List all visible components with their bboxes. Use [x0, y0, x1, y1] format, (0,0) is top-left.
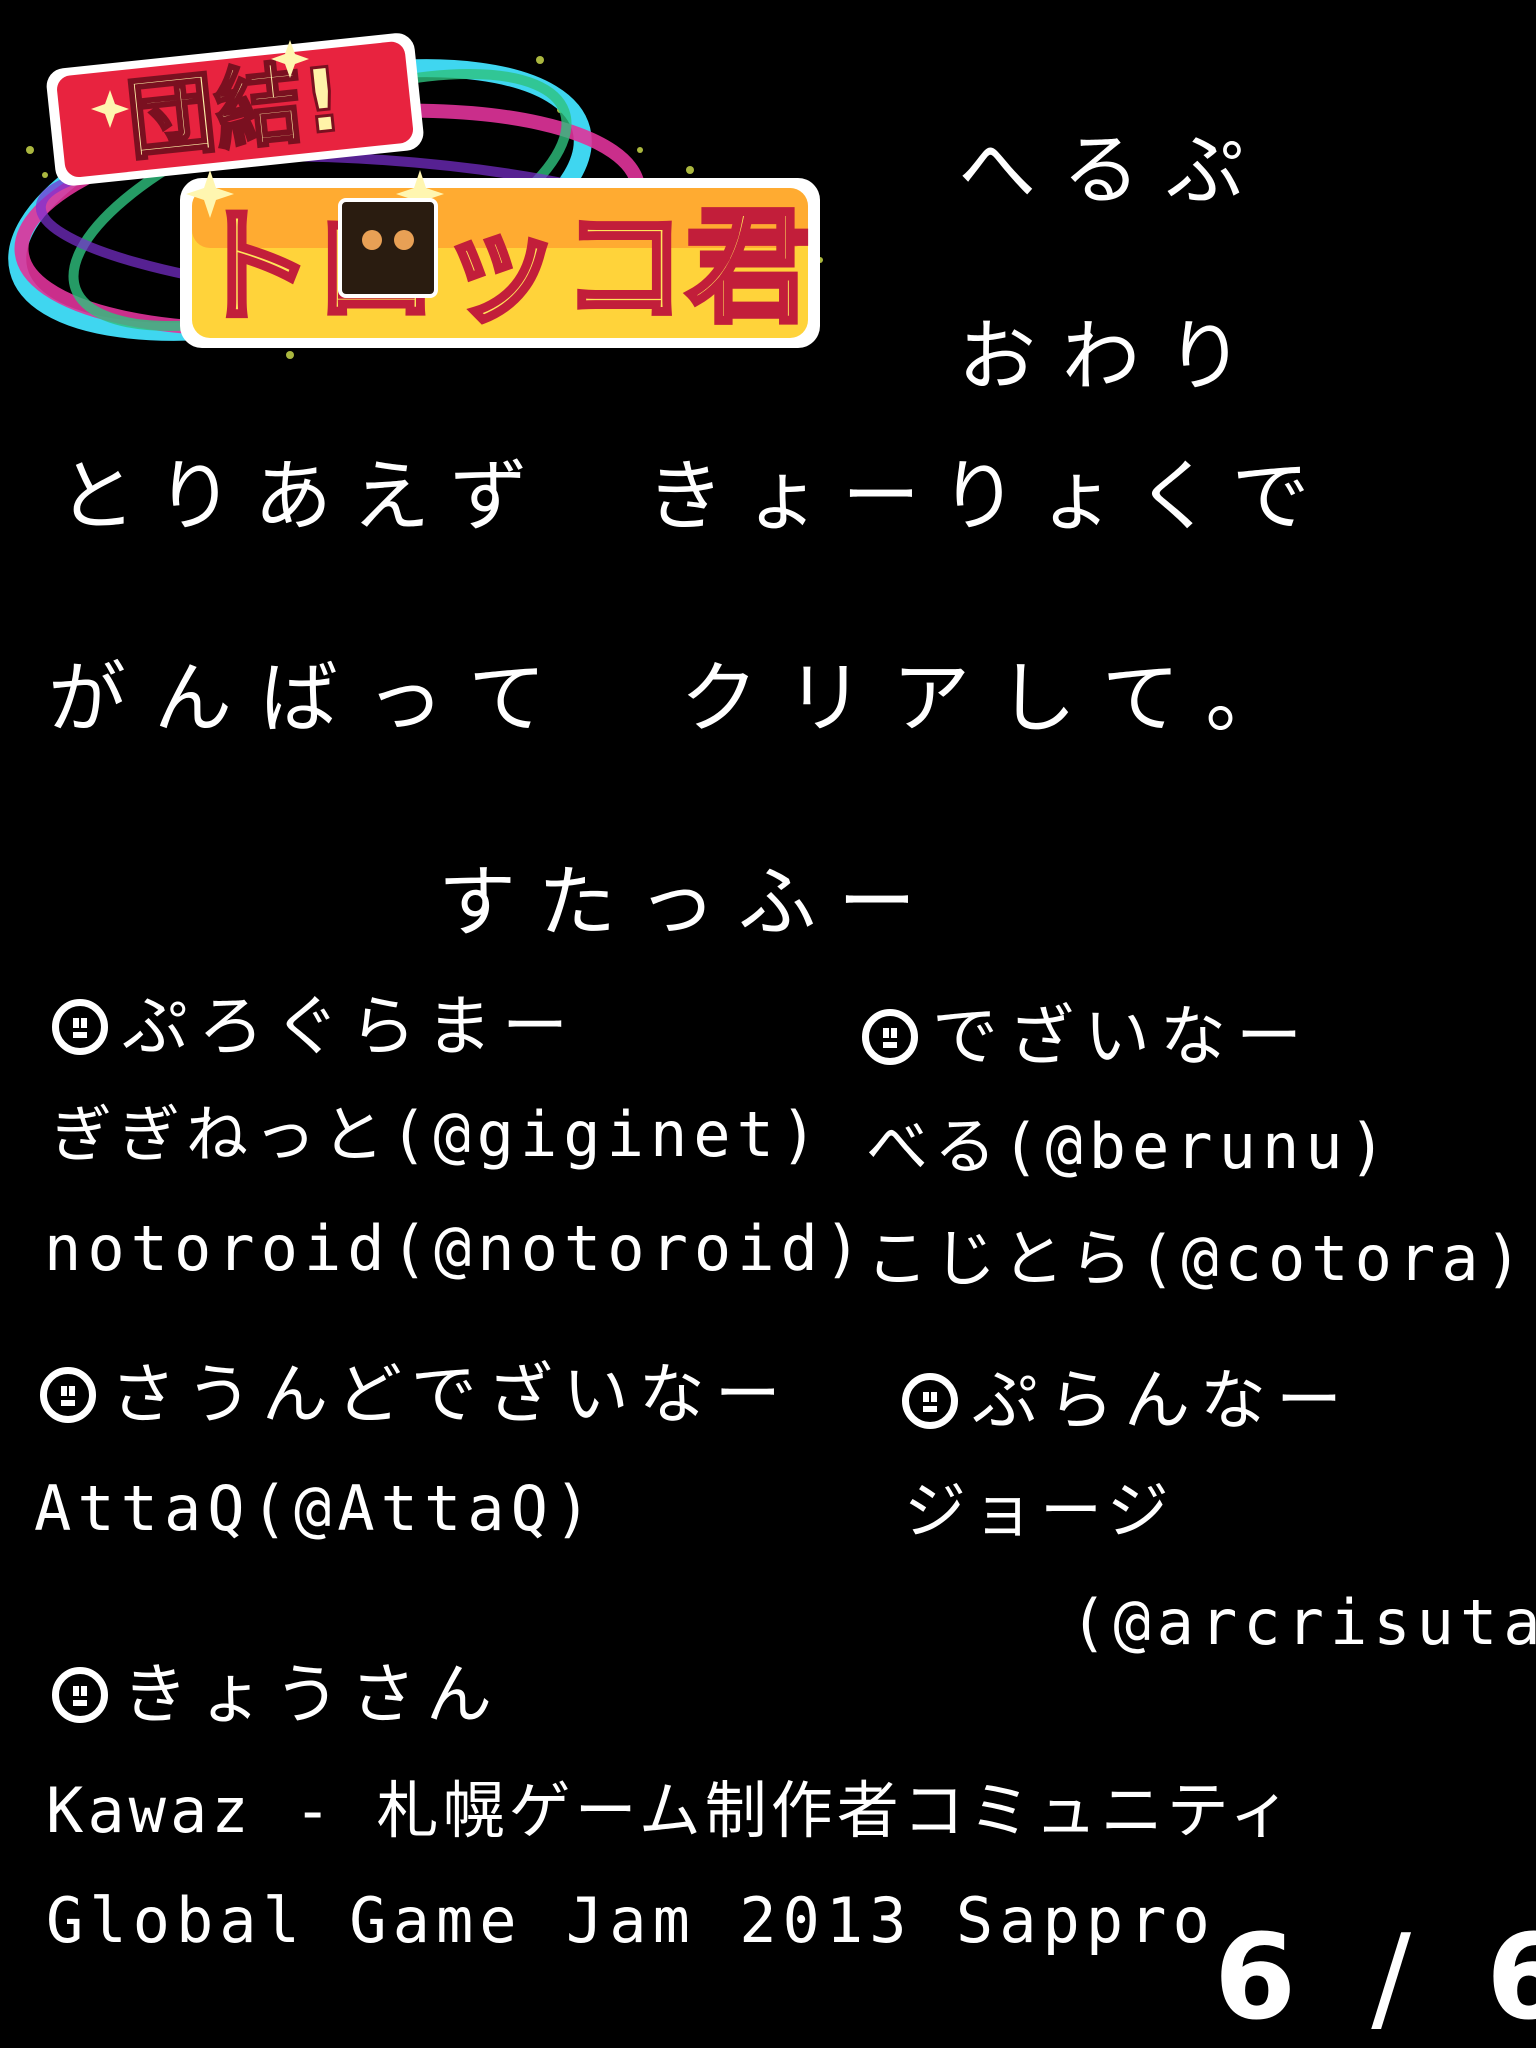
cooperation-member-2: Global Game Jam 2013 Sappro	[46, 1884, 1216, 1957]
sound-designer-member-1: AttaQ(@AttaQ)	[34, 1472, 598, 1545]
role-planner: ぷらんなー	[902, 1368, 1352, 1434]
smiley-icon	[862, 1009, 918, 1065]
page-total: 6	[1486, 1908, 1536, 2046]
planner-member-1: ジョージ	[904, 1474, 1175, 1547]
role-cooperation-label: きょうさん	[122, 1656, 502, 1733]
role-sound-designer: さうんどでざいなー	[40, 1362, 791, 1428]
cooperation-member-1: Kawaz - 札幌ゲーム制作者コミュニティ	[46, 1774, 1296, 1847]
menu-end[interactable]: おわり	[958, 318, 1270, 396]
smiley-icon	[52, 999, 108, 1055]
message-line-2: がんばって クリアして。	[48, 654, 1312, 744]
page-indicator: 6 / 6	[1214, 1918, 1536, 2036]
role-designer-label: でざいなー	[932, 998, 1312, 1075]
menu-help[interactable]: へるぷ	[958, 132, 1270, 210]
smiley-icon	[52, 1667, 108, 1723]
trolley-character-icon	[338, 198, 438, 298]
role-cooperation: きょうさん	[52, 1662, 502, 1728]
role-programmer: ぷろぐらまー	[52, 994, 578, 1060]
page-current: 6	[1214, 1908, 1307, 2046]
smiley-icon	[40, 1367, 96, 1423]
logo-title-line2: トロッコ君	[190, 196, 810, 340]
staff-heading: すたっふー	[438, 858, 939, 948]
game-logo: 団結! トロッコ君	[8, 33, 823, 359]
designer-member-2: こじとら(@cotora)	[866, 1222, 1528, 1295]
role-sound-designer-label: さうんどでざいなー	[110, 1356, 791, 1433]
message-line-1: とりあえず きょーりょくで	[58, 452, 1330, 542]
role-planner-label: ぷらんなー	[972, 1362, 1352, 1439]
role-programmer-label: ぷろぐらまー	[122, 988, 578, 1065]
role-designer: でざいなー	[862, 1004, 1312, 1070]
smiley-icon	[902, 1373, 958, 1429]
designer-member-1: べる(@berunu)	[866, 1110, 1392, 1183]
programmer-member-2: notoroid(@notoroid)	[44, 1212, 868, 1285]
page-separator: /	[1371, 1908, 1421, 2046]
credits-screen: 団結! トロッコ君 へるぷ おわり とりあえず きょーりょくで がんばって クリ…	[0, 0, 1536, 2048]
planner-member-2: (@arcrisuta)	[1070, 1586, 1536, 1659]
programmer-member-1: ぎぎねっと(@giginet)	[50, 1098, 824, 1171]
